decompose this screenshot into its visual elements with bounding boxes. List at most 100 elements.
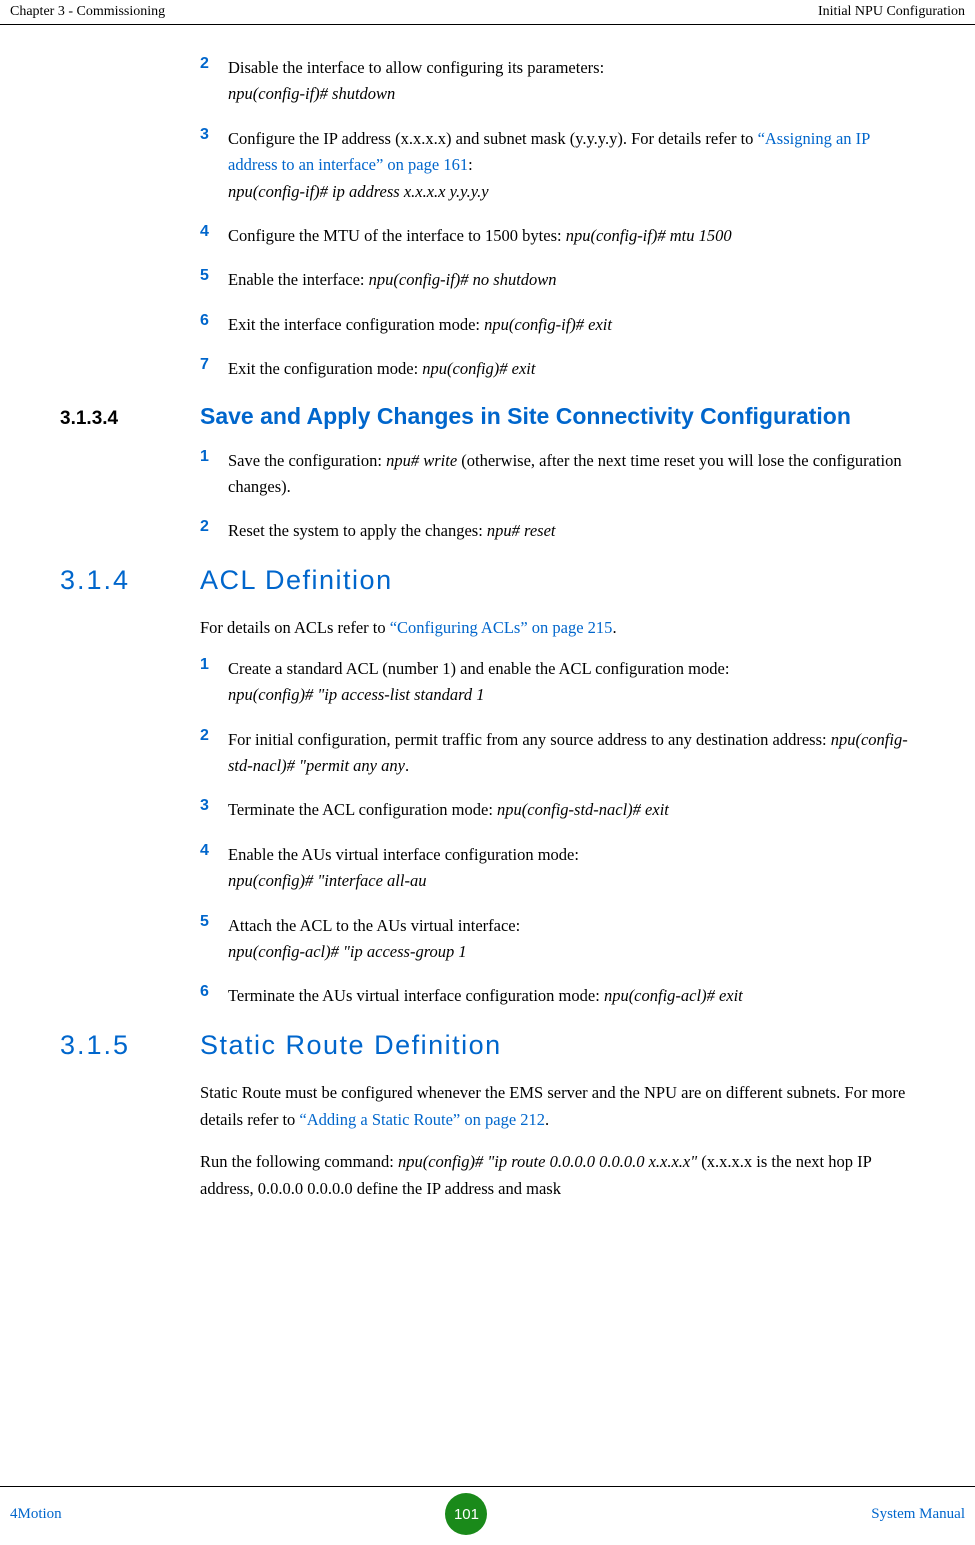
section-title: Static Route Definition — [200, 1030, 502, 1061]
step-text: Exit the interface configuration mode: n… — [228, 312, 612, 338]
step-item: 2 Disable the interface to allow configu… — [115, 55, 915, 108]
page-footer: 4Motion 101 System Manual — [0, 1486, 975, 1535]
page-content: 2 Disable the interface to allow configu… — [0, 25, 975, 1203]
step-body: Enable the AUs virtual interface configu… — [228, 845, 579, 864]
step-item: 3 Configure the IP address (x.x.x.x) and… — [115, 126, 915, 205]
step-number: 2 — [200, 55, 228, 108]
step-command: npu(config-std-nacl)# exit — [497, 800, 669, 819]
step-text: For initial configuration, permit traffi… — [228, 727, 915, 780]
step-command: npu(config-if)# mtu 1500 — [566, 226, 732, 245]
step-command: npu(config-if)# ip address x.x.x.x y.y.y… — [228, 182, 489, 201]
step-item: 3 Terminate the ACL configuration mode: … — [115, 797, 915, 823]
step-command: npu(config-acl)# exit — [604, 986, 743, 1005]
step-body: Configure the MTU of the interface to 15… — [228, 226, 566, 245]
step-body: Exit the configuration mode: — [228, 359, 422, 378]
footer-right: System Manual — [871, 1506, 965, 1523]
step-item: 1 Save the configuration: npu# write (ot… — [115, 448, 915, 501]
step-number: 2 — [200, 727, 228, 780]
step-number: 7 — [200, 356, 228, 382]
cross-reference-link[interactable]: “Configuring ACLs” on page 215 — [390, 618, 613, 637]
step-body: Enable the interface: — [228, 270, 369, 289]
step-body: Disable the interface to allow configuri… — [228, 58, 604, 77]
para-text-after: . — [545, 1110, 549, 1129]
step-item: 5 Attach the ACL to the AUs virtual inte… — [115, 913, 915, 966]
step-text: Attach the ACL to the AUs virtual interf… — [228, 913, 520, 966]
step-body: Attach the ACL to the AUs virtual interf… — [228, 916, 520, 935]
step-number: 1 — [200, 656, 228, 709]
step-number: 3 — [200, 126, 228, 205]
steps-group-c: 1 Create a standard ACL (number 1) and e… — [60, 656, 915, 1010]
step-text: Save the configuration: npu# write (othe… — [228, 448, 915, 501]
step-command: npu(config)# "ip route 0.0.0.0 0.0.0.0 x… — [398, 1152, 697, 1171]
section-number: 3.1.5 — [60, 1030, 200, 1061]
step-item: 5 Enable the interface: npu(config-if)# … — [115, 267, 915, 293]
step-command: npu# write — [386, 451, 457, 470]
cross-reference-link[interactable]: “Adding a Static Route” on page 212 — [299, 1110, 545, 1129]
para-text-after: . — [612, 618, 616, 637]
step-command: npu# reset — [487, 521, 556, 540]
para-text: For details on ACLs refer to — [200, 618, 390, 637]
step-body: Save the configuration: — [228, 451, 386, 470]
step-command: npu(config-if)# exit — [484, 315, 612, 334]
footer-left: 4Motion — [10, 1506, 62, 1523]
step-body: Configure the IP address (x.x.x.x) and s… — [228, 129, 758, 148]
step-number: 1 — [200, 448, 228, 501]
step-command: npu(config)# exit — [422, 359, 535, 378]
section-title: ACL Definition — [200, 565, 393, 596]
step-item: 2 Reset the system to apply the changes:… — [115, 518, 915, 544]
step-item: 6 Terminate the AUs virtual interface co… — [115, 983, 915, 1009]
step-number: 4 — [200, 842, 228, 895]
step-item: 4 Configure the MTU of the interface to … — [115, 223, 915, 249]
step-text: Exit the configuration mode: npu(config)… — [228, 356, 535, 382]
step-item: 6 Exit the interface configuration mode:… — [115, 312, 915, 338]
page-number-badge: 101 — [445, 1493, 487, 1535]
header-right: Initial NPU Configuration — [818, 4, 965, 20]
step-command: npu(config-if)# shutdown — [228, 84, 395, 103]
step-text: Terminate the ACL configuration mode: np… — [228, 797, 669, 823]
step-text: Create a standard ACL (number 1) and ena… — [228, 656, 729, 709]
step-number: 6 — [200, 312, 228, 338]
step-body: For initial configuration, permit traffi… — [228, 730, 831, 749]
step-number: 2 — [200, 518, 228, 544]
step-item: 7 Exit the configuration mode: npu(confi… — [115, 356, 915, 382]
step-number: 5 — [200, 267, 228, 293]
step-text: Terminate the AUs virtual interface conf… — [228, 983, 743, 1009]
paragraph: For details on ACLs refer to “Configurin… — [60, 614, 915, 641]
section-number: 3.1.3.4 — [60, 408, 200, 430]
header-left: Chapter 3 - Commissioning — [10, 4, 165, 20]
step-command: npu(config-acl)# "ip access-group 1 — [228, 942, 467, 961]
section-number: 3.1.4 — [60, 565, 200, 596]
step-item: 4 Enable the AUs virtual interface confi… — [115, 842, 915, 895]
step-text: Enable the AUs virtual interface configu… — [228, 842, 579, 895]
footer-inner: 4Motion 101 System Manual — [10, 1487, 965, 1535]
paragraph: Static Route must be configured whenever… — [60, 1079, 915, 1133]
steps-group-b: 1 Save the configuration: npu# write (ot… — [60, 448, 915, 545]
step-text: Reset the system to apply the changes: n… — [228, 518, 556, 544]
step-command: npu(config)# "ip access-list standard 1 — [228, 685, 485, 704]
paragraph: Run the following command: npu(config)# … — [60, 1148, 915, 1202]
section-heading-3134: 3.1.3.4 Save and Apply Changes in Site C… — [60, 403, 915, 430]
step-command: npu(config-if)# no shutdown — [369, 270, 557, 289]
steps-group-a: 2 Disable the interface to allow configu… — [60, 55, 915, 383]
step-body-after: : — [468, 155, 473, 174]
step-body-after: . — [405, 756, 409, 775]
step-body: Terminate the ACL configuration mode: — [228, 800, 497, 819]
page-header: Chapter 3 - Commissioning Initial NPU Co… — [0, 0, 975, 25]
step-body: Exit the interface configuration mode: — [228, 315, 484, 334]
para-text: Run the following command: — [200, 1152, 398, 1171]
section-heading-314: 3.1.4 ACL Definition — [60, 565, 915, 596]
step-text: Configure the MTU of the interface to 15… — [228, 223, 732, 249]
step-text: Enable the interface: npu(config-if)# no… — [228, 267, 557, 293]
step-number: 3 — [200, 797, 228, 823]
step-body: Reset the system to apply the changes: — [228, 521, 487, 540]
step-number: 6 — [200, 983, 228, 1009]
step-body: Create a standard ACL (number 1) and ena… — [228, 659, 729, 678]
step-text: Disable the interface to allow configuri… — [228, 55, 604, 108]
step-text: Configure the IP address (x.x.x.x) and s… — [228, 126, 915, 205]
section-title: Save and Apply Changes in Site Connectiv… — [200, 403, 851, 430]
step-number: 4 — [200, 223, 228, 249]
step-item: 1 Create a standard ACL (number 1) and e… — [115, 656, 915, 709]
step-command: npu(config)# "interface all-au — [228, 871, 426, 890]
section-heading-315: 3.1.5 Static Route Definition — [60, 1030, 915, 1061]
step-number: 5 — [200, 913, 228, 966]
